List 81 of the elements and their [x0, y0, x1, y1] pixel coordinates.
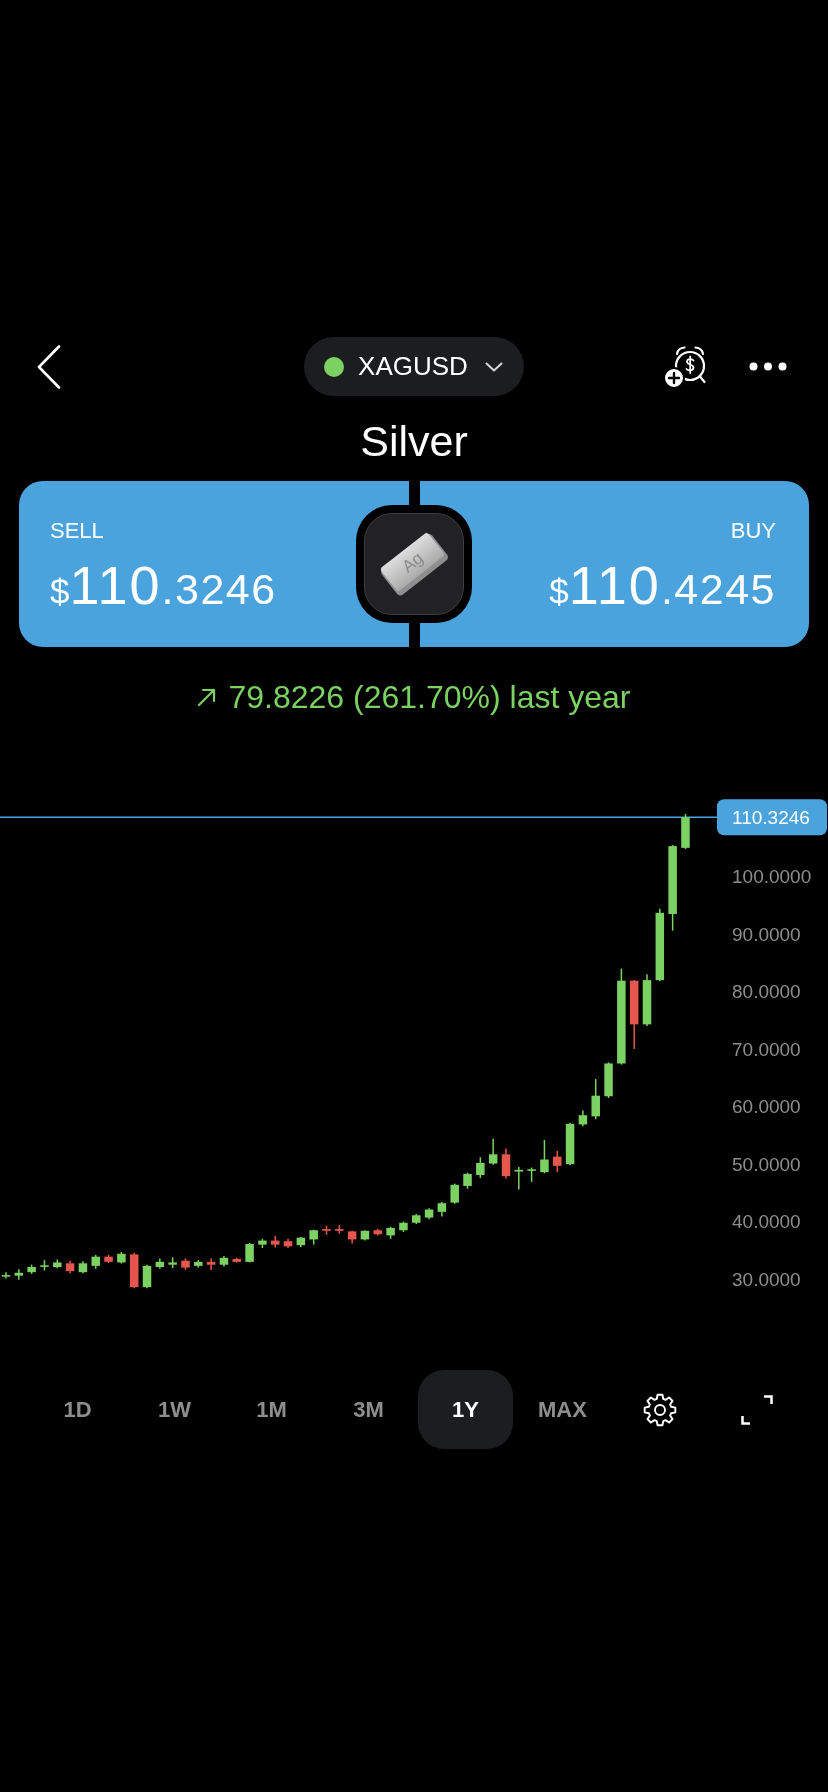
candlestick: [117, 1251, 126, 1265]
chevron-down-icon: [484, 361, 503, 372]
candlestick: [129, 1251, 139, 1290]
candlestick: [629, 979, 639, 1050]
buy-price: $110.4245: [549, 554, 776, 617]
candlestick: [40, 1259, 49, 1272]
range-tab[interactable]: 1M: [256, 1396, 287, 1423]
candlestick: [181, 1257, 190, 1271]
candlestick: [399, 1220, 408, 1233]
candlestick: [245, 1242, 254, 1264]
range-tab[interactable]: MAX: [538, 1396, 587, 1423]
candlestick: [553, 1150, 562, 1173]
candlestick: [527, 1166, 536, 1183]
candlestick: [258, 1238, 267, 1249]
asset-title: Silver: [359, 416, 469, 466]
candlestick: [104, 1254, 113, 1264]
candlestick: [360, 1229, 370, 1242]
axis-label: 40.0000: [732, 1211, 801, 1233]
price-tag: 110.3246: [717, 799, 827, 836]
symbol-selector[interactable]: XAGUSD: [304, 337, 524, 396]
candlestick: [565, 1121, 575, 1166]
axis-label: 60.0000: [732, 1096, 801, 1118]
axis-label: 30.0000: [732, 1268, 801, 1290]
buy-label: BUY: [730, 518, 776, 544]
candlestick: [412, 1213, 421, 1225]
range-tab[interactable]: 3M: [353, 1396, 384, 1423]
candlestick: [347, 1230, 357, 1245]
candlestick: [437, 1201, 447, 1218]
candlestick: [476, 1156, 485, 1179]
back-icon[interactable]: [37, 344, 61, 389]
axis-label: 70.0000: [732, 1038, 801, 1060]
settings-icon[interactable]: [642, 1392, 677, 1427]
range-tab[interactable]: 1Y: [418, 1370, 513, 1449]
candlestick: [463, 1171, 472, 1190]
candlestick: [219, 1255, 229, 1268]
sell-label: SELL: [50, 518, 104, 544]
candlestick: [322, 1224, 331, 1236]
range-tab[interactable]: 1W: [158, 1396, 191, 1423]
candlestick: [604, 1061, 613, 1099]
axis-label: 90.0000: [732, 923, 801, 945]
candlestick: [514, 1166, 524, 1191]
ingot-icon: Ag: [356, 505, 472, 623]
candlestick: [206, 1257, 216, 1271]
candlestick: [65, 1259, 75, 1275]
candlestick: [27, 1263, 36, 1275]
candlestick: [168, 1256, 177, 1269]
change-text: 79.8226 (261.70%) last year: [228, 678, 631, 716]
candlestick: [386, 1226, 395, 1240]
candlestick: [681, 813, 690, 850]
range-tab[interactable]: 1D: [63, 1396, 92, 1423]
candlestick: [540, 1139, 549, 1175]
candlestick: [424, 1207, 434, 1221]
candlestick: [270, 1235, 280, 1249]
candlestick: [142, 1263, 152, 1290]
candlestick: [232, 1257, 241, 1264]
sell-price: $110.3246: [50, 554, 277, 617]
y-tick-label: 110.3246: [732, 806, 810, 828]
candlestick: [283, 1238, 293, 1249]
candlestick: [450, 1182, 459, 1205]
candlestick: [335, 1224, 344, 1235]
candlestick: [1, 1271, 11, 1280]
axis-label: 50.0000: [732, 1153, 801, 1175]
candlestick: [194, 1259, 203, 1269]
candlestick: [501, 1147, 511, 1180]
candlestick: [642, 973, 652, 1027]
candlestick: [591, 1078, 600, 1120]
candlestick: [53, 1258, 62, 1269]
candlestick: [488, 1138, 498, 1166]
candlestick: [155, 1257, 165, 1270]
candlestick: [373, 1228, 383, 1237]
status-dot-icon: [324, 356, 345, 377]
candlestick: [296, 1236, 306, 1248]
candlestick: [78, 1260, 88, 1275]
fullscreen-icon[interactable]: [740, 1394, 773, 1425]
candlestick: [309, 1228, 318, 1246]
more-icon[interactable]: [749, 362, 787, 371]
candlestick: [14, 1268, 24, 1281]
axis-label: 100.0000: [732, 866, 812, 888]
candlestick: [578, 1109, 588, 1127]
axis-label: 80.0000: [732, 981, 801, 1003]
candlestick: [91, 1254, 100, 1270]
